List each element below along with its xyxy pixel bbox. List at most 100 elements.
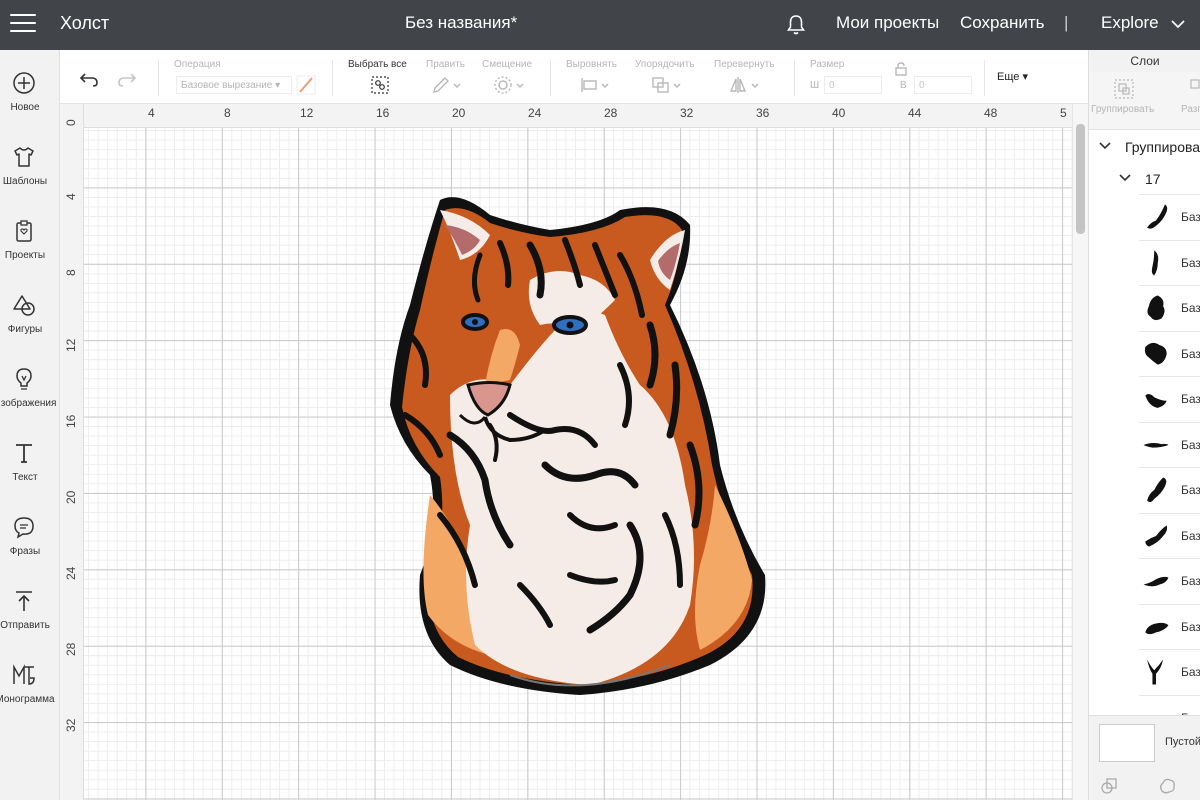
height-prefix: В: [900, 80, 907, 91]
sidebar-item-phrases[interactable]: Фразы: [0, 502, 59, 568]
ruler-label: 24: [528, 106, 542, 120]
offset-icon[interactable]: [492, 75, 526, 95]
height-field[interactable]: 0: [914, 76, 972, 94]
my-projects-link[interactable]: Мои проекты: [836, 13, 939, 33]
height-value: 0: [919, 80, 925, 91]
speech-bubble-icon: [14, 517, 34, 539]
scrollbar-thumb[interactable]: [1076, 124, 1085, 234]
blank-canvas-swatch[interactable]: [1099, 724, 1155, 762]
ungroup-button[interactable]: [1189, 78, 1200, 103]
top-bar: Холст Без названия* Мои проекты Сохранит…: [0, 0, 1200, 50]
sidebar-item-text[interactable]: Текст: [0, 428, 59, 494]
operation-value: Базовое вырезание: [181, 80, 273, 91]
ruler-label: 32: [680, 106, 694, 120]
layer-row[interactable]: Баз: [1139, 558, 1200, 603]
chevron-down-icon[interactable]: [1099, 141, 1111, 151]
pencil-icon[interactable]: [430, 75, 462, 95]
edit-toolbar: Операция Базовое вырезание ▾ Выбрать все…: [60, 50, 1088, 104]
ruler-label: 36: [756, 106, 770, 120]
layer-row[interactable]: Баз: [1139, 330, 1200, 376]
save-button[interactable]: Сохранить: [960, 13, 1044, 33]
tiger-artwork[interactable]: [380, 185, 780, 705]
layer-row[interactable]: Баз: [1139, 421, 1200, 467]
weld-icon[interactable]: [1157, 776, 1177, 796]
layer-thumbnail-icon: [1143, 442, 1169, 448]
tshirt-icon: [14, 147, 34, 167]
group-label: Группировать: [1091, 104, 1155, 115]
ruler-label: 8: [64, 269, 78, 276]
line-color-icon[interactable]: [296, 75, 316, 95]
layer-name: Баз: [1181, 619, 1200, 634]
layer-row[interactable]: Баз: [1139, 512, 1200, 558]
layer-row[interactable]: Баз: [1139, 194, 1200, 239]
width-value: 0: [829, 80, 835, 91]
more-button[interactable]: Еще ▾: [997, 70, 1028, 83]
layer-name: Баз: [1181, 255, 1200, 270]
select-all-icon[interactable]: [370, 75, 390, 95]
layers-panel: Слои Группировать Разгруппировать Группи…: [1088, 50, 1200, 800]
toolbar-divider: [332, 60, 333, 96]
sidebar-item-templates[interactable]: Шаблоны: [0, 132, 59, 198]
sidebar-item-projects[interactable]: Проекты: [0, 206, 59, 272]
lock-icon[interactable]: [894, 62, 908, 76]
slice-icon[interactable]: [1099, 776, 1119, 796]
arrange-icon[interactable]: [650, 75, 684, 95]
layer-name: Баз: [1181, 210, 1200, 224]
flip-label: Перевернуть: [714, 59, 775, 70]
document-title[interactable]: Без названия*: [405, 13, 517, 33]
layer-thumbnail-icon: [1145, 622, 1169, 634]
layers-panel-title: Слои: [1089, 50, 1200, 72]
ruler-label: 4: [64, 193, 78, 200]
redo-icon[interactable]: [116, 70, 138, 88]
sidebar-item-images[interactable]: Изображения: [0, 354, 59, 420]
sidebar-item-label: Монограмма: [0, 694, 55, 705]
chevron-down-icon[interactable]: [1119, 173, 1131, 183]
layer-thumbnail-icon: [1151, 250, 1159, 275]
undo-icon[interactable]: [78, 70, 100, 88]
layer-thumbnail-icon: [1147, 477, 1167, 503]
layer-row[interactable]: Баз: [1139, 285, 1200, 330]
operation-select[interactable]: Базовое вырезание ▾: [176, 76, 292, 94]
layer-row[interactable]: Баз: [1139, 649, 1200, 694]
vertical-scrollbar[interactable]: [1072, 104, 1088, 800]
ruler-label: 40: [832, 106, 846, 120]
layer-thumbnail-icon: [1147, 295, 1165, 321]
subgroup-label: 17: [1145, 171, 1161, 187]
select-all-label: Выбрать все: [348, 59, 407, 70]
layer-row[interactable]: Баз: [1139, 376, 1200, 421]
sidebar-item-label: Отправить: [0, 620, 50, 631]
layer-thumbnail-icon: [1147, 204, 1168, 229]
ruler-label: 48: [984, 106, 998, 120]
chevron-down-icon[interactable]: [1168, 16, 1188, 32]
width-field[interactable]: 0: [824, 76, 882, 94]
sidebar-item-new[interactable]: Новое: [0, 58, 59, 124]
sidebar-item-monogram[interactable]: Монограмма: [0, 650, 59, 716]
layer-name: Баз: [1181, 346, 1200, 361]
layer-name: Баз: [1181, 301, 1200, 315]
layer-row[interactable]: Баз: [1139, 239, 1200, 285]
hamburger-menu-icon[interactable]: [10, 14, 36, 34]
bell-icon[interactable]: [784, 13, 808, 37]
layer-name: Баз: [1181, 483, 1200, 497]
explore-menu[interactable]: Explore: [1101, 13, 1159, 33]
edit-label: Править: [426, 59, 465, 70]
ruler-label: 32: [64, 718, 78, 732]
vertical-ruler: 0 4 8 12 16 20 24 28 32: [60, 104, 84, 800]
sidebar-item-upload[interactable]: Отправить: [0, 576, 59, 642]
ruler-label: 16: [64, 414, 78, 428]
layer-name: Баз: [1181, 574, 1200, 588]
layer-subgroup-row[interactable]: 17: [1089, 164, 1200, 192]
flip-icon[interactable]: [728, 75, 762, 95]
toolbar-divider: [550, 60, 551, 96]
layer-row[interactable]: Баз: [1139, 467, 1200, 512]
group-button[interactable]: [1113, 78, 1135, 103]
layer-group-row[interactable]: Группирова: [1089, 132, 1200, 160]
ungroup-icon: [1190, 79, 1200, 89]
size-label: Размер: [810, 59, 845, 70]
group-icon: [1114, 79, 1134, 99]
align-icon[interactable]: [578, 75, 612, 95]
sidebar-item-shapes[interactable]: Фигуры: [0, 280, 59, 346]
align-label: Выровнять: [566, 59, 618, 70]
layer-row[interactable]: Баз: [1139, 603, 1200, 649]
toolbar-divider: [794, 60, 795, 96]
